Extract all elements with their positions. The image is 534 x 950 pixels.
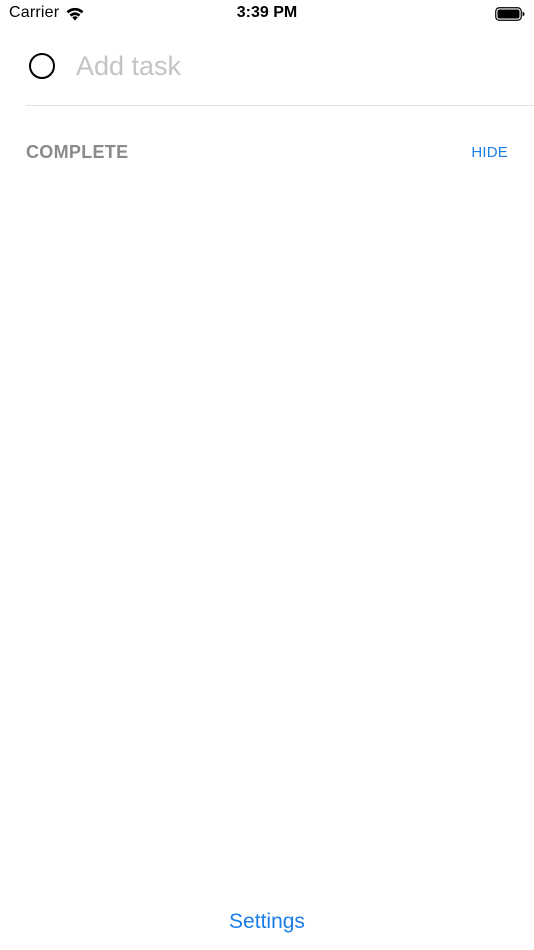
add-task-row bbox=[26, 27, 534, 106]
app-screen: Carrier 3:39 PM COMPLETE HIDE Settings bbox=[0, 0, 534, 950]
battery-icon bbox=[495, 7, 525, 21]
add-task-input[interactable] bbox=[76, 50, 456, 82]
settings-button[interactable]: Settings bbox=[0, 910, 534, 934]
complete-section-title: COMPLETE bbox=[26, 141, 129, 162]
hide-complete-button[interactable]: HIDE bbox=[471, 144, 508, 161]
status-bar: Carrier 3:39 PM bbox=[0, 0, 534, 26]
complete-section-header: COMPLETE HIDE bbox=[26, 140, 508, 164]
task-complete-toggle[interactable] bbox=[29, 53, 55, 79]
status-time: 3:39 PM bbox=[236, 4, 298, 21]
